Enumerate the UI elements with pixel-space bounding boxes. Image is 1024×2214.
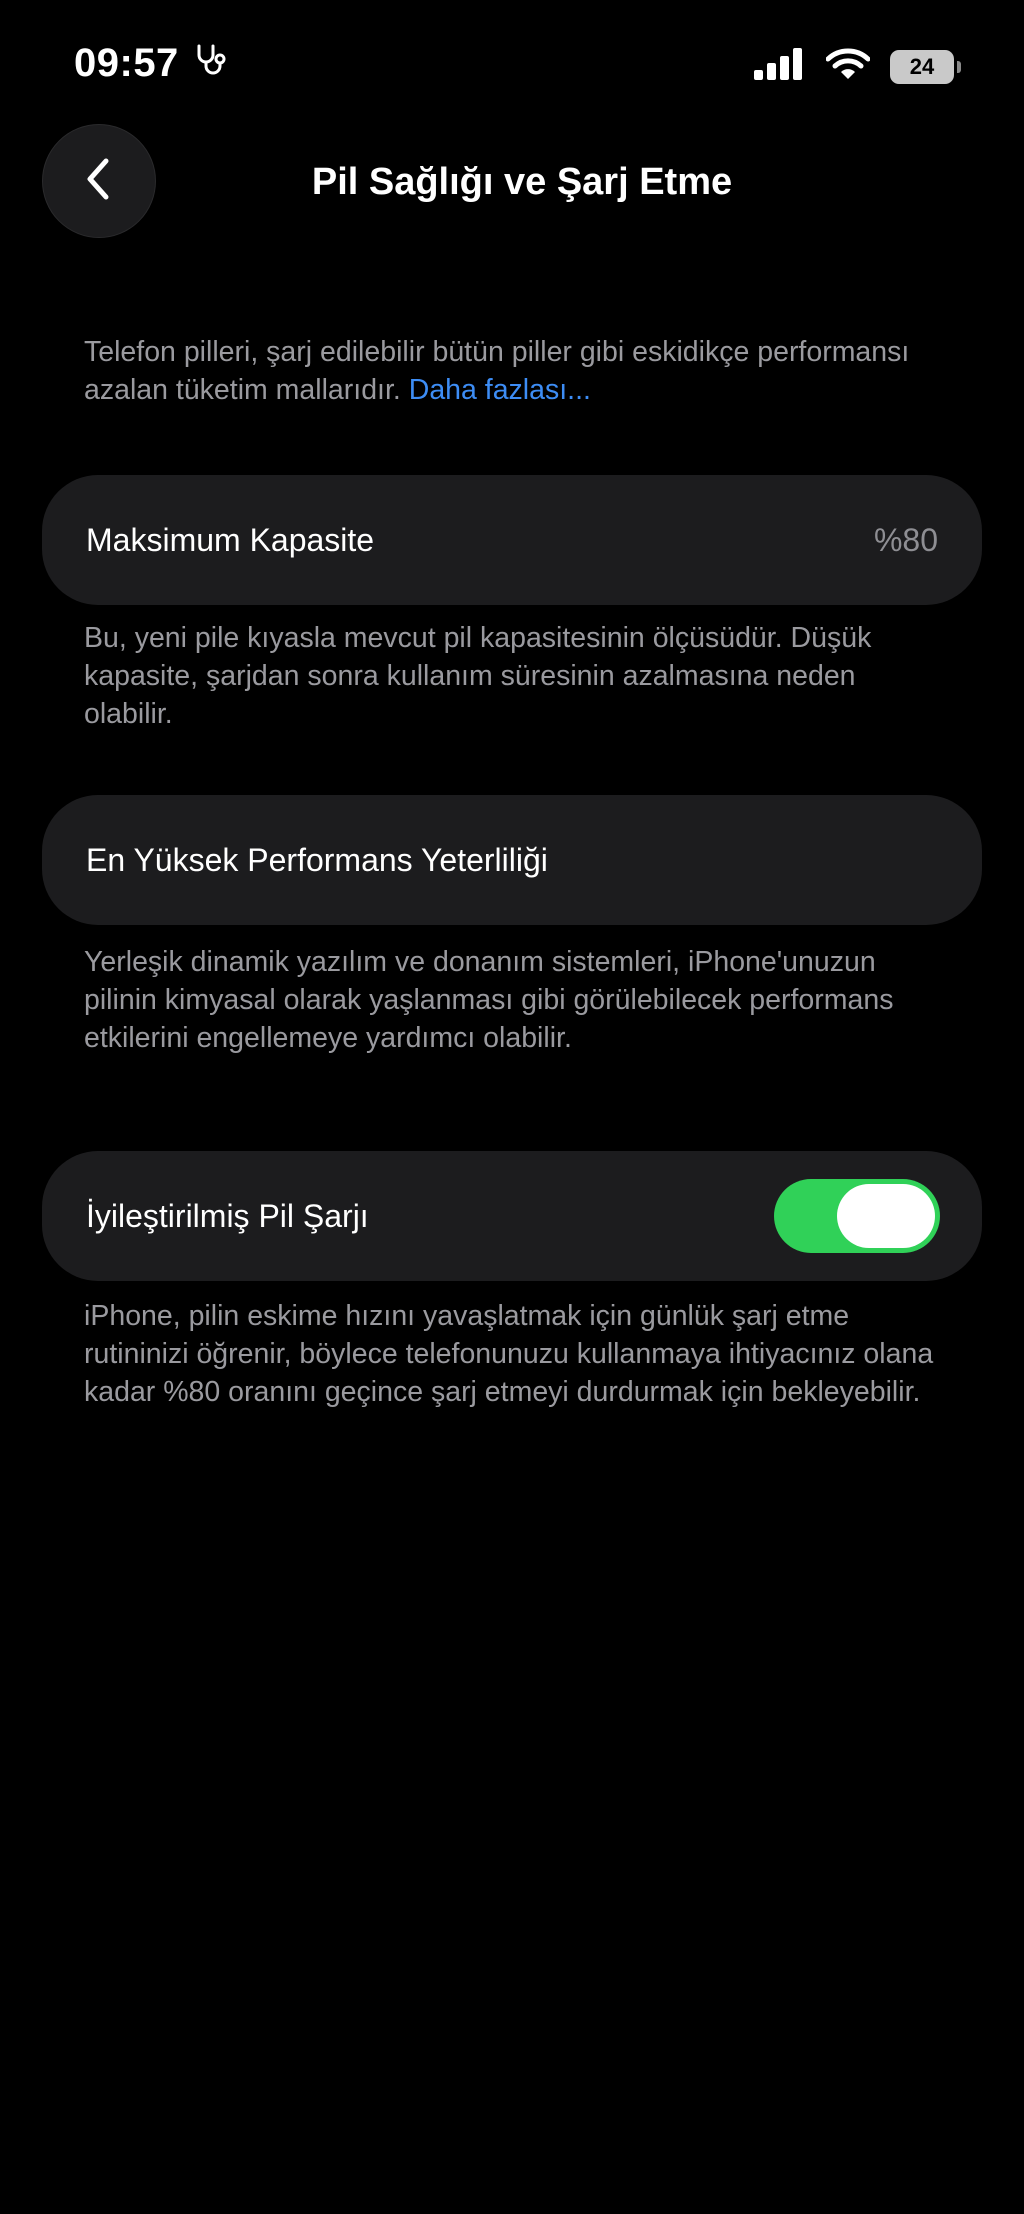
optimized-charging-footnote: iPhone, pilin eskime hızını yavaşlatmak … <box>84 1300 934 1408</box>
peak-performance-footnote: Yerleşik dinamik yazılım ve donanım sist… <box>84 946 894 1054</box>
optimized-charging-row: İyileştirilmiş Pil Şarjı <box>42 1151 982 1281</box>
max-capacity-footnote: Bu, yeni pile kıyasla mevcut pil kapasit… <box>84 622 872 730</box>
optimized-charging-label: İyileştirilmiş Pil Şarjı <box>86 1198 369 1234</box>
optimized-charging-toggle[interactable] <box>774 1179 940 1253</box>
learn-more-link[interactable]: Daha fazlası... <box>409 374 591 406</box>
peak-performance-label: En Yüksek Performans Yeterliliği <box>86 842 548 878</box>
status-bar: 09:57 24 <box>0 0 1024 130</box>
toggle-knob <box>837 1184 935 1248</box>
intro-text: Telefon pilleri, şarj edilebilir bütün p… <box>84 333 934 409</box>
cellular-signal-icon <box>754 48 806 85</box>
page-title: Pil Sağlığı ve Şarj Etme <box>0 158 1024 206</box>
status-left: 09:57 <box>74 42 229 83</box>
status-time: 09:57 <box>74 40 179 85</box>
stethoscope-icon <box>193 42 229 83</box>
status-right: 24 <box>754 48 961 85</box>
wifi-icon <box>825 48 871 85</box>
peak-performance-row: En Yüksek Performans Yeterliliği <box>42 795 982 925</box>
max-capacity-label: Maksimum Kapasite <box>86 522 375 558</box>
max-capacity-value: %80 <box>873 522 938 558</box>
battery-icon: 24 <box>890 49 961 84</box>
max-capacity-row: Maksimum Kapasite %80 <box>42 475 982 605</box>
page-title-text: Pil Sağlığı ve Şarj Etme <box>311 161 733 203</box>
